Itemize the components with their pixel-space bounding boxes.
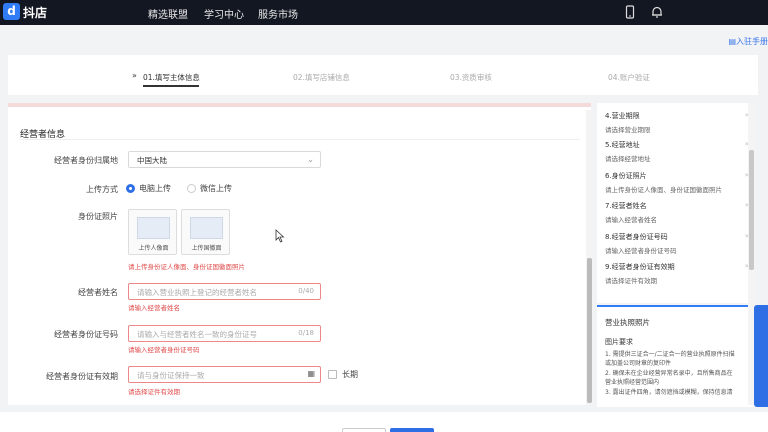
checklist-item[interactable]: 5.经营地址 请选择经营地址 » (605, 140, 751, 163)
nav-item-learning-center[interactable]: 学习中心 (204, 6, 244, 21)
region-select[interactable]: 中国大陆 ⌄ (128, 151, 321, 168)
id-back-placeholder-icon (190, 217, 223, 239)
image-requirements-title: 图片要求 (605, 338, 633, 346)
license-heading: 营业执照照片 (605, 318, 650, 327)
checklist-item-title: 8.经营者身份证号码 (605, 233, 668, 241)
active-step-underline (143, 85, 199, 87)
brand-name[interactable]: 抖店 (23, 4, 47, 21)
radio-computer-upload-label[interactable]: 电脑上传 (139, 183, 171, 194)
operator-info-form: 经营者信息 经营者身份归属地 中国大陆 ⌄ 上传方式 电脑上传 微信上传 身份证… (8, 103, 591, 405)
step-progress: » 01.填写主体信息 02.填写店铺信息 03.资质审核 04.账户验证 (8, 55, 758, 95)
requirement-line: 2. 确保未在企业经营异常名录中，且所售商品在 (605, 370, 733, 377)
side-scrollbar-thumb[interactable] (749, 150, 754, 270)
nav-item-service-market[interactable]: 服务市场 (258, 6, 298, 21)
checklist-item-hint: 请选择经营地址 (605, 155, 651, 163)
id-number-char-count: 0/18 (298, 329, 314, 337)
step-3: 03.资质审核 (450, 73, 492, 82)
name-label: 经营者姓名 (78, 288, 118, 297)
region-label: 经营者身份归属地 (54, 156, 118, 165)
checklist-item-hint: 请输入经营者身份证号码 (605, 247, 677, 255)
checklist-item-title: 6.身份证照片 (605, 172, 647, 180)
nav-item-selected-alliance[interactable]: 精选联盟 (148, 6, 188, 21)
radio-computer-upload[interactable] (126, 184, 135, 193)
long-term-checkbox[interactable] (328, 370, 337, 379)
checklist-item[interactable]: 6.身份证照片 请上传身份证人像面、身份证国徽面照片 » (605, 171, 751, 194)
checklist-item[interactable]: 7.经营者姓名 请输入经营者姓名 » (605, 201, 751, 224)
step-2: 02.填写店铺信息 (293, 73, 350, 82)
step-1: 01.填写主体信息 (143, 73, 200, 82)
checklist-item-hint: 请选择证件有效期 (605, 277, 657, 285)
id-photo-error: 请上传身份证人像面、身份证国徽面照片 (128, 263, 245, 271)
requirement-line: 营业执照经营范围内 (605, 379, 660, 386)
validity-date-input[interactable]: 请与身份证保持一致 ▦ (128, 366, 321, 383)
id-photo-label: 身份证照片 (78, 212, 118, 221)
id-number-placeholder: 请输入与经营者姓名一致的身份证号 (137, 330, 257, 339)
upload-front-label: 上传人像面 (138, 245, 169, 252)
requirement-line: 或加盖公司财章的复印件 (605, 360, 672, 367)
id-number-input[interactable]: 请输入与经营者姓名一致的身份证号 0/18 (128, 325, 321, 342)
checklist-item-title: 7.经营者姓名 (605, 202, 647, 210)
step-4: 04.账户验证 (608, 73, 650, 82)
checklist-item-hint: 请选择营业期限 (605, 126, 651, 134)
license-requirements-panel: 营业执照照片 图片要求 1. 需提供三证合一/二证合一的营业执照原件扫描 或加盖… (597, 305, 755, 407)
logo-icon[interactable]: d (3, 3, 20, 20)
checklist-item[interactable]: 4.营业期限 请选择营业期限 » (605, 111, 751, 134)
upload-method-label: 上传方式 (86, 185, 118, 194)
name-placeholder: 请输入营业执照上登记的经营者姓名 (137, 288, 257, 297)
form-scrollbar-thumb[interactable] (587, 258, 592, 403)
mouse-cursor-icon (275, 229, 285, 243)
radio-wechat-upload[interactable] (187, 184, 196, 193)
bell-icon[interactable] (650, 5, 664, 19)
upload-front-button[interactable]: 上传人像面 (128, 209, 177, 255)
floating-help-bar[interactable] (754, 305, 768, 407)
checklist-item-title: 4.营业期限 (605, 112, 640, 120)
validity-error: 请选择证件有效期 (128, 388, 180, 396)
top-nav: d 抖店 精选联盟 学习中心 服务市场 (0, 0, 768, 25)
name-error: 请输入经营者姓名 (128, 304, 180, 312)
requirement-line: 1. 需提供三证合一/二证合一的营业执照原件扫描 (605, 351, 735, 358)
id-number-error: 请输入经营者身份证号码 (128, 346, 200, 354)
mobile-icon[interactable] (623, 5, 637, 19)
document-icon: ▤ (728, 37, 736, 46)
name-char-count: 0/40 (298, 287, 314, 295)
checklist-item[interactable]: 9.经营者身份证有效期 请选择证件有效期 » (605, 262, 751, 285)
manual-link-label: 入驻手册 (736, 37, 768, 46)
top-divider (8, 103, 591, 107)
previous-step-button[interactable] (342, 428, 386, 432)
section-divider (20, 139, 580, 140)
name-input[interactable]: 请输入营业执照上登记的经营者姓名 0/40 (128, 283, 321, 300)
calendar-icon[interactable]: ▦ (307, 369, 315, 378)
upload-back-label: 上传国徽面 (191, 245, 222, 252)
checklist-item[interactable]: 8.经营者身份证号码 请输入经营者身份证号码 » (605, 232, 751, 255)
manual-link[interactable]: ▤入驻手册 (728, 36, 768, 47)
region-value: 中国大陆 (137, 156, 167, 165)
checklist-item-hint: 请上传身份证人像面、身份证国徽面照片 (605, 186, 722, 194)
validity-placeholder: 请与身份证保持一致 (137, 371, 205, 380)
checklist-item-hint: 请输入经营者姓名 (605, 216, 657, 224)
next-step-button[interactable] (390, 428, 434, 432)
upload-back-button[interactable]: 上传国徽面 (181, 209, 230, 255)
validity-label: 经营者身份证有效期 (46, 372, 118, 381)
id-front-placeholder-icon (137, 217, 170, 239)
checklist-panel: 4.营业期限 请选择营业期限 » 5.经营地址 请选择经营地址 » 6.身份证照… (597, 103, 755, 303)
checklist-item-title: 5.经营地址 (605, 141, 640, 149)
long-term-label[interactable]: 长期 (342, 369, 358, 380)
active-step-marker: » (132, 71, 137, 80)
requirement-line: 3. 露出证件四角，请勿遮挡或模糊，保持信息清 (605, 389, 733, 396)
radio-wechat-upload-label[interactable]: 微信上传 (200, 183, 232, 194)
id-number-label: 经营者身份证号码 (54, 330, 118, 339)
checklist-item-title: 9.经营者身份证有效期 (605, 263, 675, 271)
upload-method-radios: 电脑上传 微信上传 (126, 183, 232, 194)
chevron-down-icon: ⌄ (307, 155, 314, 164)
